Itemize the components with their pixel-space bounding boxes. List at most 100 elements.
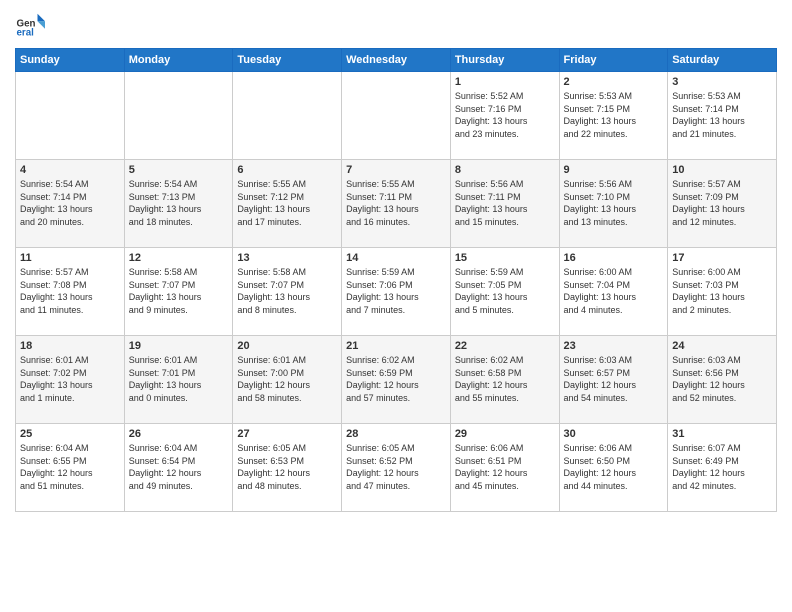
cell-info: Sunrise: 6:01 AM Sunset: 7:00 PM Dayligh… xyxy=(237,354,337,404)
calendar-cell: 25 Sunrise: 6:04 AM Sunset: 6:55 PM Dayli… xyxy=(16,424,125,512)
cell-info: Sunrise: 6:07 AM Sunset: 6:49 PM Dayligh… xyxy=(672,442,772,492)
cell-info: Sunrise: 6:06 AM Sunset: 6:50 PM Dayligh… xyxy=(564,442,664,492)
day-number: 19 xyxy=(129,340,229,352)
calendar-cell: 10 Sunrise: 5:57 AM Sunset: 7:09 PM Dayli… xyxy=(668,160,777,248)
cell-info: Sunrise: 5:53 AM Sunset: 7:15 PM Dayligh… xyxy=(564,90,664,140)
cell-info: Sunrise: 6:02 AM Sunset: 6:58 PM Dayligh… xyxy=(455,354,555,404)
calendar-cell xyxy=(342,72,451,160)
week-row-2: 4 Sunrise: 5:54 AM Sunset: 7:14 PM Daylig… xyxy=(16,160,777,248)
day-number: 30 xyxy=(564,428,664,440)
cell-info: Sunrise: 6:05 AM Sunset: 6:53 PM Dayligh… xyxy=(237,442,337,492)
cell-info: Sunrise: 5:55 AM Sunset: 7:12 PM Dayligh… xyxy=(237,178,337,228)
weekday-header-friday: Friday xyxy=(559,49,668,72)
cell-info: Sunrise: 5:53 AM Sunset: 7:14 PM Dayligh… xyxy=(672,90,772,140)
calendar-cell: 11 Sunrise: 5:57 AM Sunset: 7:08 PM Dayli… xyxy=(16,248,125,336)
day-number: 29 xyxy=(455,428,555,440)
calendar-cell: 21 Sunrise: 6:02 AM Sunset: 6:59 PM Dayli… xyxy=(342,336,451,424)
cell-info: Sunrise: 5:54 AM Sunset: 7:14 PM Dayligh… xyxy=(20,178,120,228)
page-header: Gen eral xyxy=(15,10,777,40)
calendar-cell: 3 Sunrise: 5:53 AM Sunset: 7:14 PM Daylig… xyxy=(668,72,777,160)
cell-info: Sunrise: 6:03 AM Sunset: 6:57 PM Dayligh… xyxy=(564,354,664,404)
calendar-cell xyxy=(16,72,125,160)
cell-info: Sunrise: 5:56 AM Sunset: 7:11 PM Dayligh… xyxy=(455,178,555,228)
weekday-header-monday: Monday xyxy=(124,49,233,72)
cell-info: Sunrise: 5:54 AM Sunset: 7:13 PM Dayligh… xyxy=(129,178,229,228)
day-number: 10 xyxy=(672,164,772,176)
cell-info: Sunrise: 5:59 AM Sunset: 7:06 PM Dayligh… xyxy=(346,266,446,316)
day-number: 4 xyxy=(20,164,120,176)
day-number: 23 xyxy=(564,340,664,352)
calendar-cell: 6 Sunrise: 5:55 AM Sunset: 7:12 PM Daylig… xyxy=(233,160,342,248)
calendar-cell: 17 Sunrise: 6:00 AM Sunset: 7:03 PM Dayli… xyxy=(668,248,777,336)
day-number: 6 xyxy=(237,164,337,176)
weekday-header-sunday: Sunday xyxy=(16,49,125,72)
cell-info: Sunrise: 5:59 AM Sunset: 7:05 PM Dayligh… xyxy=(455,266,555,316)
calendar-cell: 20 Sunrise: 6:01 AM Sunset: 7:00 PM Dayli… xyxy=(233,336,342,424)
day-number: 8 xyxy=(455,164,555,176)
day-number: 25 xyxy=(20,428,120,440)
day-number: 17 xyxy=(672,252,772,264)
cell-info: Sunrise: 6:00 AM Sunset: 7:03 PM Dayligh… xyxy=(672,266,772,316)
calendar-cell: 24Sunrise: 6:03 AM Sunset: 6:56 PM Dayli… xyxy=(668,336,777,424)
calendar-cell: 23 Sunrise: 6:03 AM Sunset: 6:57 PM Dayli… xyxy=(559,336,668,424)
day-number: 11 xyxy=(20,252,120,264)
weekday-header-wednesday: Wednesday xyxy=(342,49,451,72)
cell-info: Sunrise: 5:57 AM Sunset: 7:08 PM Dayligh… xyxy=(20,266,120,316)
weekday-header-row: SundayMondayTuesdayWednesdayThursdayFrid… xyxy=(16,49,777,72)
calendar-cell: 4 Sunrise: 5:54 AM Sunset: 7:14 PM Daylig… xyxy=(16,160,125,248)
cell-info: Sunrise: 6:04 AM Sunset: 6:54 PM Dayligh… xyxy=(129,442,229,492)
calendar-cell: 9 Sunrise: 5:56 AM Sunset: 7:10 PM Daylig… xyxy=(559,160,668,248)
day-number: 20 xyxy=(237,340,337,352)
calendar-cell: 14 Sunrise: 5:59 AM Sunset: 7:06 PM Dayli… xyxy=(342,248,451,336)
calendar-cell: 18 Sunrise: 6:01 AM Sunset: 7:02 PM Dayli… xyxy=(16,336,125,424)
calendar-cell: 12Sunrise: 5:58 AM Sunset: 7:07 PM Dayli… xyxy=(124,248,233,336)
day-number: 21 xyxy=(346,340,446,352)
day-number: 1 xyxy=(455,76,555,88)
cell-info: Sunrise: 6:01 AM Sunset: 7:02 PM Dayligh… xyxy=(20,354,120,404)
calendar-cell: 2 Sunrise: 5:53 AM Sunset: 7:15 PM Daylig… xyxy=(559,72,668,160)
week-row-5: 25 Sunrise: 6:04 AM Sunset: 6:55 PM Dayli… xyxy=(16,424,777,512)
cell-info: Sunrise: 5:58 AM Sunset: 7:07 PM Dayligh… xyxy=(129,266,229,316)
day-number: 28 xyxy=(346,428,446,440)
cell-info: Sunrise: 6:04 AM Sunset: 6:55 PM Dayligh… xyxy=(20,442,120,492)
cell-info: Sunrise: 5:57 AM Sunset: 7:09 PM Dayligh… xyxy=(672,178,772,228)
weekday-header-saturday: Saturday xyxy=(668,49,777,72)
calendar-cell: 7Sunrise: 5:55 AM Sunset: 7:11 PM Daylig… xyxy=(342,160,451,248)
week-row-1: 1 Sunrise: 5:52 AM Sunset: 7:16 PM Daylig… xyxy=(16,72,777,160)
cell-info: Sunrise: 6:05 AM Sunset: 6:52 PM Dayligh… xyxy=(346,442,446,492)
day-number: 14 xyxy=(346,252,446,264)
calendar-cell: 30 Sunrise: 6:06 AM Sunset: 6:50 PM Dayli… xyxy=(559,424,668,512)
svg-text:eral: eral xyxy=(17,28,35,39)
calendar-cell: 13 Sunrise: 5:58 AM Sunset: 7:07 PM Dayli… xyxy=(233,248,342,336)
calendar-table: SundayMondayTuesdayWednesdayThursdayFrid… xyxy=(15,48,777,512)
logo: Gen eral xyxy=(15,10,49,40)
cell-info: Sunrise: 5:52 AM Sunset: 7:16 PM Dayligh… xyxy=(455,90,555,140)
logo-icon: Gen eral xyxy=(15,10,45,40)
calendar-cell: 15Sunrise: 5:59 AM Sunset: 7:05 PM Dayli… xyxy=(450,248,559,336)
calendar-cell: 31 Sunrise: 6:07 AM Sunset: 6:49 PM Dayli… xyxy=(668,424,777,512)
day-number: 16 xyxy=(564,252,664,264)
cell-info: Sunrise: 5:55 AM Sunset: 7:11 PM Dayligh… xyxy=(346,178,446,228)
week-row-4: 18 Sunrise: 6:01 AM Sunset: 7:02 PM Dayli… xyxy=(16,336,777,424)
calendar-cell: 16 Sunrise: 6:00 AM Sunset: 7:04 PM Dayli… xyxy=(559,248,668,336)
cell-info: Sunrise: 5:58 AM Sunset: 7:07 PM Dayligh… xyxy=(237,266,337,316)
weekday-header-thursday: Thursday xyxy=(450,49,559,72)
cell-info: Sunrise: 6:00 AM Sunset: 7:04 PM Dayligh… xyxy=(564,266,664,316)
day-number: 31 xyxy=(672,428,772,440)
cell-info: Sunrise: 6:06 AM Sunset: 6:51 PM Dayligh… xyxy=(455,442,555,492)
day-number: 9 xyxy=(564,164,664,176)
cell-info: Sunrise: 5:56 AM Sunset: 7:10 PM Dayligh… xyxy=(564,178,664,228)
day-number: 18 xyxy=(20,340,120,352)
day-number: 22 xyxy=(455,340,555,352)
calendar-cell: 28 Sunrise: 6:05 AM Sunset: 6:52 PM Dayli… xyxy=(342,424,451,512)
day-number: 5 xyxy=(129,164,229,176)
calendar-cell: 8 Sunrise: 5:56 AM Sunset: 7:11 PM Daylig… xyxy=(450,160,559,248)
day-number: 2 xyxy=(564,76,664,88)
calendar-cell: 27Sunrise: 6:05 AM Sunset: 6:53 PM Dayli… xyxy=(233,424,342,512)
day-number: 13 xyxy=(237,252,337,264)
day-number: 24 xyxy=(672,340,772,352)
day-number: 3 xyxy=(672,76,772,88)
cell-info: Sunrise: 6:02 AM Sunset: 6:59 PM Dayligh… xyxy=(346,354,446,404)
calendar-cell: 29 Sunrise: 6:06 AM Sunset: 6:51 PM Dayli… xyxy=(450,424,559,512)
calendar-cell: 5 Sunrise: 5:54 AM Sunset: 7:13 PM Daylig… xyxy=(124,160,233,248)
